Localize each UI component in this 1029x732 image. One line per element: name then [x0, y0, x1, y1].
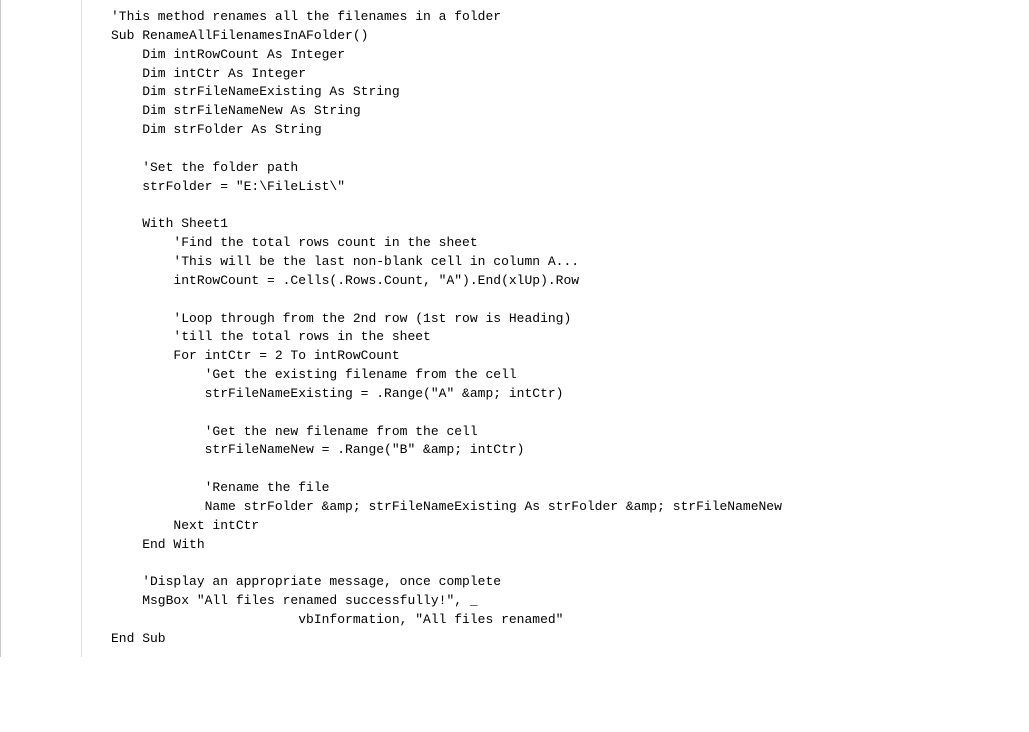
code-line	[111, 460, 1029, 479]
code-line: Next intCtr	[111, 517, 1029, 536]
code-line	[111, 140, 1029, 159]
code-line: 'Set the folder path	[111, 159, 1029, 178]
code-line: 'Get the existing filename from the cell	[111, 366, 1029, 385]
code-line: strFolder = "E:\FileList\"	[111, 178, 1029, 197]
code-line	[111, 554, 1029, 573]
code-line: 'Get the new filename from the cell	[111, 423, 1029, 442]
code-line: 'Rename the file	[111, 479, 1029, 498]
code-line: End With	[111, 536, 1029, 555]
code-block: 'This method renames all the filenames i…	[1, 8, 1029, 649]
code-line	[111, 196, 1029, 215]
code-line: 'This will be the last non-blank cell in…	[111, 253, 1029, 272]
code-line: Dim strFileNameExisting As String	[111, 83, 1029, 102]
code-line: 'This method renames all the filenames i…	[111, 8, 1029, 27]
code-line: Dim strFileNameNew As String	[111, 102, 1029, 121]
code-line: 'Find the total rows count in the sheet	[111, 234, 1029, 253]
code-line: With Sheet1	[111, 215, 1029, 234]
code-line: intRowCount = .Cells(.Rows.Count, "A").E…	[111, 272, 1029, 291]
code-line: Dim intRowCount As Integer	[111, 46, 1029, 65]
code-line	[111, 291, 1029, 310]
code-line: 'till the total rows in the sheet	[111, 328, 1029, 347]
code-line: For intCtr = 2 To intRowCount	[111, 347, 1029, 366]
code-line	[111, 404, 1029, 423]
code-line: Dim intCtr As Integer	[111, 65, 1029, 84]
code-line: End Sub	[111, 630, 1029, 649]
code-line: 'Display an appropriate message, once co…	[111, 573, 1029, 592]
code-line: strFileNameNew = .Range("B" &amp; intCtr…	[111, 441, 1029, 460]
code-line: strFileNameExisting = .Range("A" &amp; i…	[111, 385, 1029, 404]
code-line: vbInformation, "All files renamed"	[111, 611, 1029, 630]
code-line: Name strFolder &amp; strFileNameExisting…	[111, 498, 1029, 517]
code-line: Sub RenameAllFilenamesInAFolder()	[111, 27, 1029, 46]
code-line: 'Loop through from the 2nd row (1st row …	[111, 310, 1029, 329]
code-line: Dim strFolder As String	[111, 121, 1029, 140]
code-line: MsgBox "All files renamed successfully!"…	[111, 592, 1029, 611]
